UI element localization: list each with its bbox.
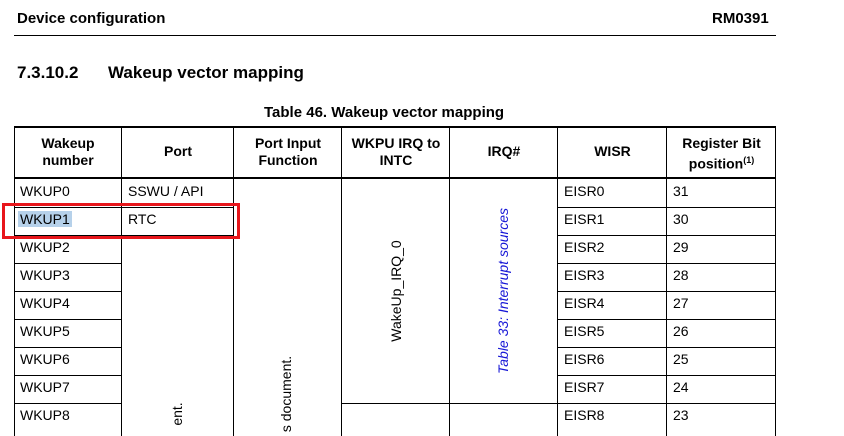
row-sep — [14, 403, 122, 404]
row-sep — [557, 235, 776, 236]
row-sep — [14, 263, 122, 264]
header-rule — [14, 35, 776, 36]
col-header-irq: IRQ# — [487, 143, 521, 159]
col-header-wakeup: Wakeup number — [41, 135, 95, 168]
section-number: 7.3.10.2 — [17, 63, 79, 82]
row-sep — [557, 375, 776, 376]
cell-bit: 31 — [673, 183, 689, 199]
row-sep — [557, 263, 776, 264]
cell-bit: 27 — [673, 295, 689, 311]
section-title: Wakeup vector mapping — [108, 63, 304, 82]
col-sep-5 — [557, 126, 558, 436]
cell-wisr: EISR6 — [564, 351, 605, 367]
cell-wisr: EISR1 — [564, 211, 605, 227]
table-left-border — [14, 126, 15, 436]
cell-bit: 30 — [673, 211, 689, 227]
cell-wakeup: WKUP8 — [20, 407, 70, 423]
page-header-title: Device configuration — [17, 10, 166, 27]
cell-bit: 23 — [673, 407, 689, 423]
merged-pif-fragment: s document. — [278, 355, 294, 433]
cell-wisr: EISR7 — [564, 379, 605, 395]
header-bottom-border — [14, 177, 776, 179]
col-sep-2 — [233, 126, 234, 436]
cell-wisr: EISR2 — [564, 239, 605, 255]
cell-wisr: EISR0 — [564, 183, 605, 199]
cell-wakeup: WKUP2 — [20, 239, 70, 255]
cell-bit: 25 — [673, 351, 689, 367]
col-header-wisr: WISR — [594, 143, 631, 159]
document-id: RM0391 — [712, 10, 769, 27]
row-sep — [14, 319, 122, 320]
wakeup-vector-table: Wakeup number Port Port Input Function WKP… — [14, 126, 776, 436]
cell-wakeup: WKUP7 — [20, 379, 70, 395]
interrupt-sources-link[interactable]: Table 33: Interrupt sources — [495, 208, 511, 374]
cell-wisr: EISR5 — [564, 323, 605, 339]
cell-wakeup: WKUP4 — [20, 295, 70, 311]
col-sep-1 — [121, 126, 122, 436]
cell-bit: 29 — [673, 239, 689, 255]
cell-bit: 24 — [673, 379, 689, 395]
row-sep — [341, 403, 557, 404]
col-header-port: Port — [164, 143, 192, 159]
cell-bit: 28 — [673, 267, 689, 283]
merged-port-fragment: ent. — [169, 402, 185, 426]
col-header-wkpu-irq: WKPU IRQ to INTC — [351, 135, 441, 168]
row-sep — [557, 207, 776, 208]
row-sep — [557, 403, 776, 404]
row-sep — [14, 347, 122, 348]
cell-wakeup: WKUP3 — [20, 267, 70, 283]
table-top-border — [14, 126, 776, 128]
table-caption: Table 46. Wakeup vector mapping — [264, 104, 505, 121]
cell-wakeup: WKUP5 — [20, 323, 70, 339]
row-sep — [14, 375, 122, 376]
col-header-register-bit: Register Bit position(1) — [682, 135, 761, 172]
row-sep — [557, 319, 776, 320]
highlight-box — [2, 203, 240, 239]
col-sep-3 — [341, 126, 342, 436]
row-sep — [14, 291, 122, 292]
col-header-port-input-function: Port Input Function — [254, 135, 322, 168]
row-sep — [557, 291, 776, 292]
col-sep-4 — [449, 126, 450, 436]
cell-wisr: EISR4 — [564, 295, 605, 311]
cell-wisr: EISR3 — [564, 267, 605, 283]
cell-wakeup: WKUP0 — [20, 183, 70, 199]
cell-port: SSWU / API — [128, 183, 204, 199]
cell-wisr: EISR8 — [564, 407, 605, 423]
row-sep — [557, 347, 776, 348]
cell-wakeup: WKUP6 — [20, 351, 70, 367]
merged-wkpu-irq: WakeUp_IRQ_0 — [388, 240, 404, 342]
cell-bit: 26 — [673, 323, 689, 339]
